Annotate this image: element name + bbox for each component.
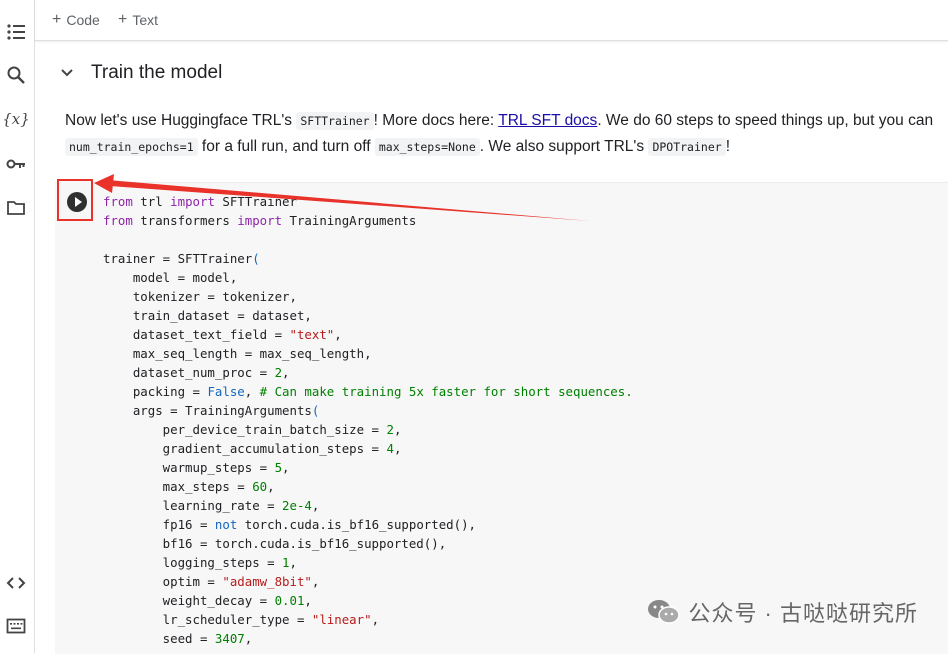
section-title: Train the model <box>91 62 223 83</box>
folder-icon[interactable] <box>5 197 27 219</box>
left-sidebar: {x} <box>0 0 35 653</box>
text-segment: for a full run, and turn off <box>197 138 375 155</box>
add-text-button[interactable]: + Text <box>118 11 158 29</box>
inline-code: DPOTrainer <box>648 138 726 156</box>
notebook-toolbar: + Code + Text <box>35 0 948 41</box>
inline-code: max_steps=None <box>374 138 480 156</box>
plus-icon: + <box>52 11 62 28</box>
code-brackets-icon[interactable] <box>5 572 27 594</box>
table-of-contents-icon[interactable] <box>5 21 27 43</box>
inline-code: SFTTrainer <box>296 112 374 130</box>
markdown-text-cell: Now let's use Huggingface TRL's SFTTrain… <box>65 108 948 160</box>
trl-sft-docs-link[interactable]: TRL SFT docs <box>498 112 597 129</box>
text-segment: . We also support TRL's <box>479 138 649 155</box>
text-line-1: Now let's use Huggingface TRL's SFTTrain… <box>65 108 948 134</box>
wechat-icon <box>648 600 681 624</box>
plus-icon: + <box>118 11 128 28</box>
run-cell-button[interactable] <box>67 192 87 212</box>
text-line-2: num_train_epochs=1 for a full run, and t… <box>65 134 948 160</box>
chevron-down-icon[interactable] <box>58 64 76 82</box>
watermark: 公众号 · 古哒哒研究所 <box>646 596 918 628</box>
text-segment: . We do 60 steps to speed things up, but… <box>597 112 934 129</box>
add-text-label: Text <box>132 12 159 28</box>
text-segment: Now let's use Huggingface TRL's <box>65 112 297 129</box>
add-code-button[interactable]: + Code <box>52 11 100 29</box>
text-segment: ! <box>725 138 730 155</box>
code-editor[interactable]: from trl import SFTTrainer from transfor… <box>103 192 633 648</box>
key-icon[interactable] <box>5 153 27 175</box>
add-code-label: Code <box>66 12 100 28</box>
variables-icon[interactable]: {x} <box>2 108 30 130</box>
search-icon[interactable] <box>5 64 27 86</box>
watermark-text: 公众号 · 古哒哒研究所 <box>688 601 918 626</box>
terminal-icon[interactable] <box>5 615 27 637</box>
section-header: Train the model <box>58 62 222 84</box>
text-segment: ! More docs here: <box>373 112 499 129</box>
inline-code: num_train_epochs=1 <box>65 138 198 156</box>
